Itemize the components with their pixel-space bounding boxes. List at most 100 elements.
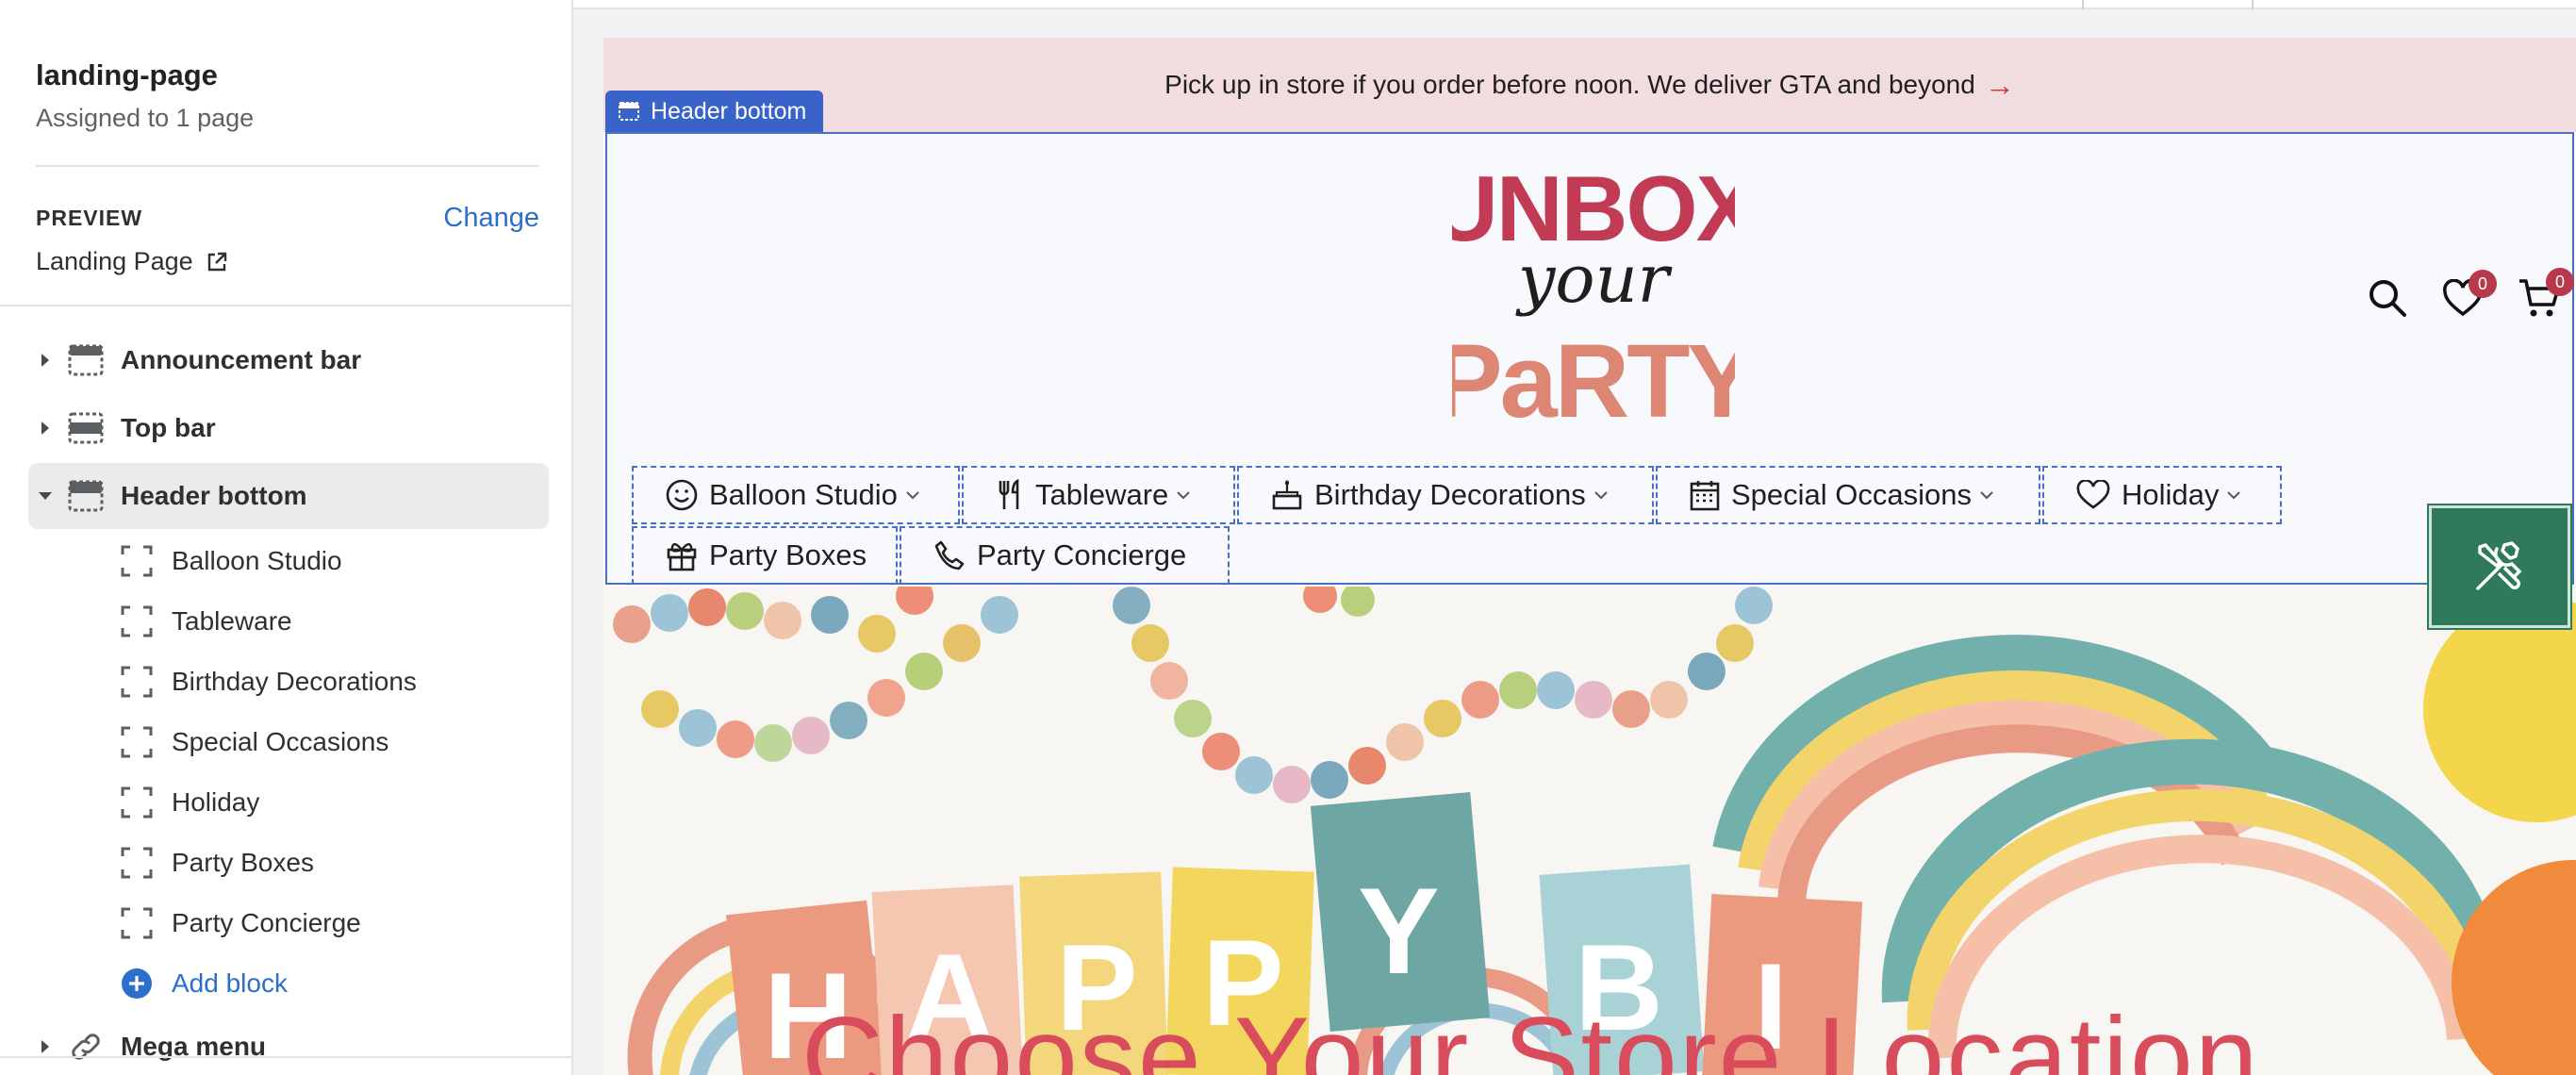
logo-word-your: your [1515,240,1673,318]
toolbar-separator [2252,0,2254,9]
nav-label: Party Boxes [709,538,867,571]
template-name: landing-page [36,58,218,91]
editor-top-strip [573,0,2576,9]
chevron-down-icon [905,490,920,500]
smiley-icon [666,479,698,511]
block-party-concierge[interactable]: Party Concierge [121,893,571,953]
section-announcement-bar[interactable]: Announcement bar [28,327,549,393]
plus-circle-icon [121,968,153,1000]
search-icon[interactable] [2367,277,2408,319]
nav-item-balloon-studio[interactable]: Balloon Studio [632,466,960,524]
announcement-arrow[interactable]: → [1985,68,2015,103]
block-bracket-icon [121,605,153,637]
store-preview[interactable]: Pick up in store if you order before noo… [603,38,2576,1075]
header-icons: 0 0 [2367,268,2574,319]
section-label: Header bottom [121,481,307,510]
cake-icon [1271,479,1303,511]
block-birthday-decorations[interactable]: Birthday Decorations [121,652,571,712]
nav-label: Tableware [1035,478,1169,511]
block-label: Holiday [172,787,260,817]
block-bracket-icon [121,666,153,698]
chevron-down-icon [2226,490,2241,500]
announcement-text: Pick up in store if you order before noo… [1164,70,1975,99]
block-label: Special Occasions [172,727,389,756]
nav-item-tableware[interactable]: Tableware [962,466,1235,524]
cart-count-badge: 0 [2546,268,2574,296]
svg-text:Y: Y [1358,862,1440,1000]
section-label: Top bar [121,413,216,442]
add-block-label: Add block [172,968,288,998]
preview-label: PREVIEW [36,206,143,230]
nav-label: Balloon Studio [709,478,898,511]
block-holiday[interactable]: Holiday [121,772,571,833]
nav-label: Birthday Decorations [1314,478,1586,511]
nav-label: Special Occasions [1731,478,1973,511]
nav-item-holiday[interactable]: Holiday [2042,466,2282,524]
block-special-occasions[interactable]: Special Occasions [121,712,571,772]
nav-item-party-boxes[interactable]: Party Boxes [632,526,898,585]
selected-section-tag[interactable]: Header bottom [605,91,824,132]
section-top-bar[interactable]: Top bar [28,395,549,461]
hero-title: Choose Your Store Location [801,994,2260,1075]
nav-label: Party Concierge [977,538,1187,571]
section-mega-menu[interactable]: Mega menu [28,1014,549,1075]
heart-icon [2076,480,2110,510]
logo-word-party: PaRTY [1452,323,1735,434]
nav-label: Holiday [2122,478,2220,511]
hero-banner[interactable]: H A P P Y B I Choose Your Store Location [603,587,2576,1075]
section-label: Announcement bar [121,345,362,374]
nav-item-special-occasions[interactable]: Special Occasions [1656,466,2040,524]
external-link-icon[interactable] [206,252,227,273]
nav-item-party-concierge[interactable]: Party Concierge [900,526,1230,585]
block-balloon-studio[interactable]: Balloon Studio [121,531,571,591]
change-preview-link[interactable]: Change [443,203,539,234]
layout-section-icon [619,102,639,121]
preview-page-name: Landing Page [36,247,193,275]
gift-icon [666,539,698,571]
wishlist-count-badge: 0 [2469,270,2497,298]
preview-row: PREVIEW Change [0,167,571,234]
caret-down-icon[interactable] [36,491,55,501]
layout-section-icon [68,480,104,512]
layout-section-icon [68,412,104,444]
section-tree: Announcement bar Top bar Header bottom B… [0,306,571,1075]
chevron-down-icon [1593,490,1609,500]
selected-section-tag-label: Header bottom [651,97,807,124]
block-bracket-icon [121,847,153,879]
block-label: Tableware [172,606,292,636]
main-navigation: Balloon Studio Tableware Birthday Decora… [632,466,2291,585]
divider [0,1056,571,1058]
block-bracket-icon [121,786,153,819]
layout-section-icon [68,344,104,376]
add-block-button[interactable]: Add block [121,953,571,1014]
preview-page-link[interactable]: Landing Page [0,234,571,276]
block-tableware[interactable]: Tableware [121,591,571,652]
nav-item-birthday-decorations[interactable]: Birthday Decorations [1237,466,1654,524]
block-label: Birthday Decorations [172,667,417,696]
calendar-icon [1690,479,1720,511]
assigned-pages-text: Assigned to 1 page [36,104,255,132]
fork-spoon-icon [996,479,1024,511]
block-label: Balloon Studio [172,546,342,575]
caret-right-icon[interactable] [36,421,55,436]
phone-icon [933,539,966,571]
caret-right-icon[interactable] [36,353,55,368]
tools-floating-button[interactable] [2429,505,2570,628]
nav-row: Balloon Studio Tableware Birthday Decora… [632,466,2291,524]
block-bracket-icon [121,907,153,939]
caret-right-icon[interactable] [36,1039,55,1054]
template-header: landing-page Assigned to 1 page [0,0,571,133]
block-party-boxes[interactable]: Party Boxes [121,833,571,893]
wishlist-button[interactable]: 0 [2442,270,2497,317]
block-bracket-icon [121,545,153,577]
section-header-bottom[interactable]: Header bottom [28,463,549,529]
theme-editor-sidebar: landing-page Assigned to 1 page PREVIEW … [0,0,573,1075]
cart-button[interactable]: 0 [2518,268,2574,319]
tools-icon [2476,541,2522,590]
nav-row: Party Boxes Party Concierge [632,526,2291,585]
announcement-bar[interactable]: Pick up in store if you order before noo… [603,38,2576,132]
block-label: Party Boxes [172,848,314,877]
store-logo[interactable]: UNBOX your PaRTY [1452,151,1735,434]
toolbar-separator [2082,0,2084,9]
block-bracket-icon [121,726,153,758]
